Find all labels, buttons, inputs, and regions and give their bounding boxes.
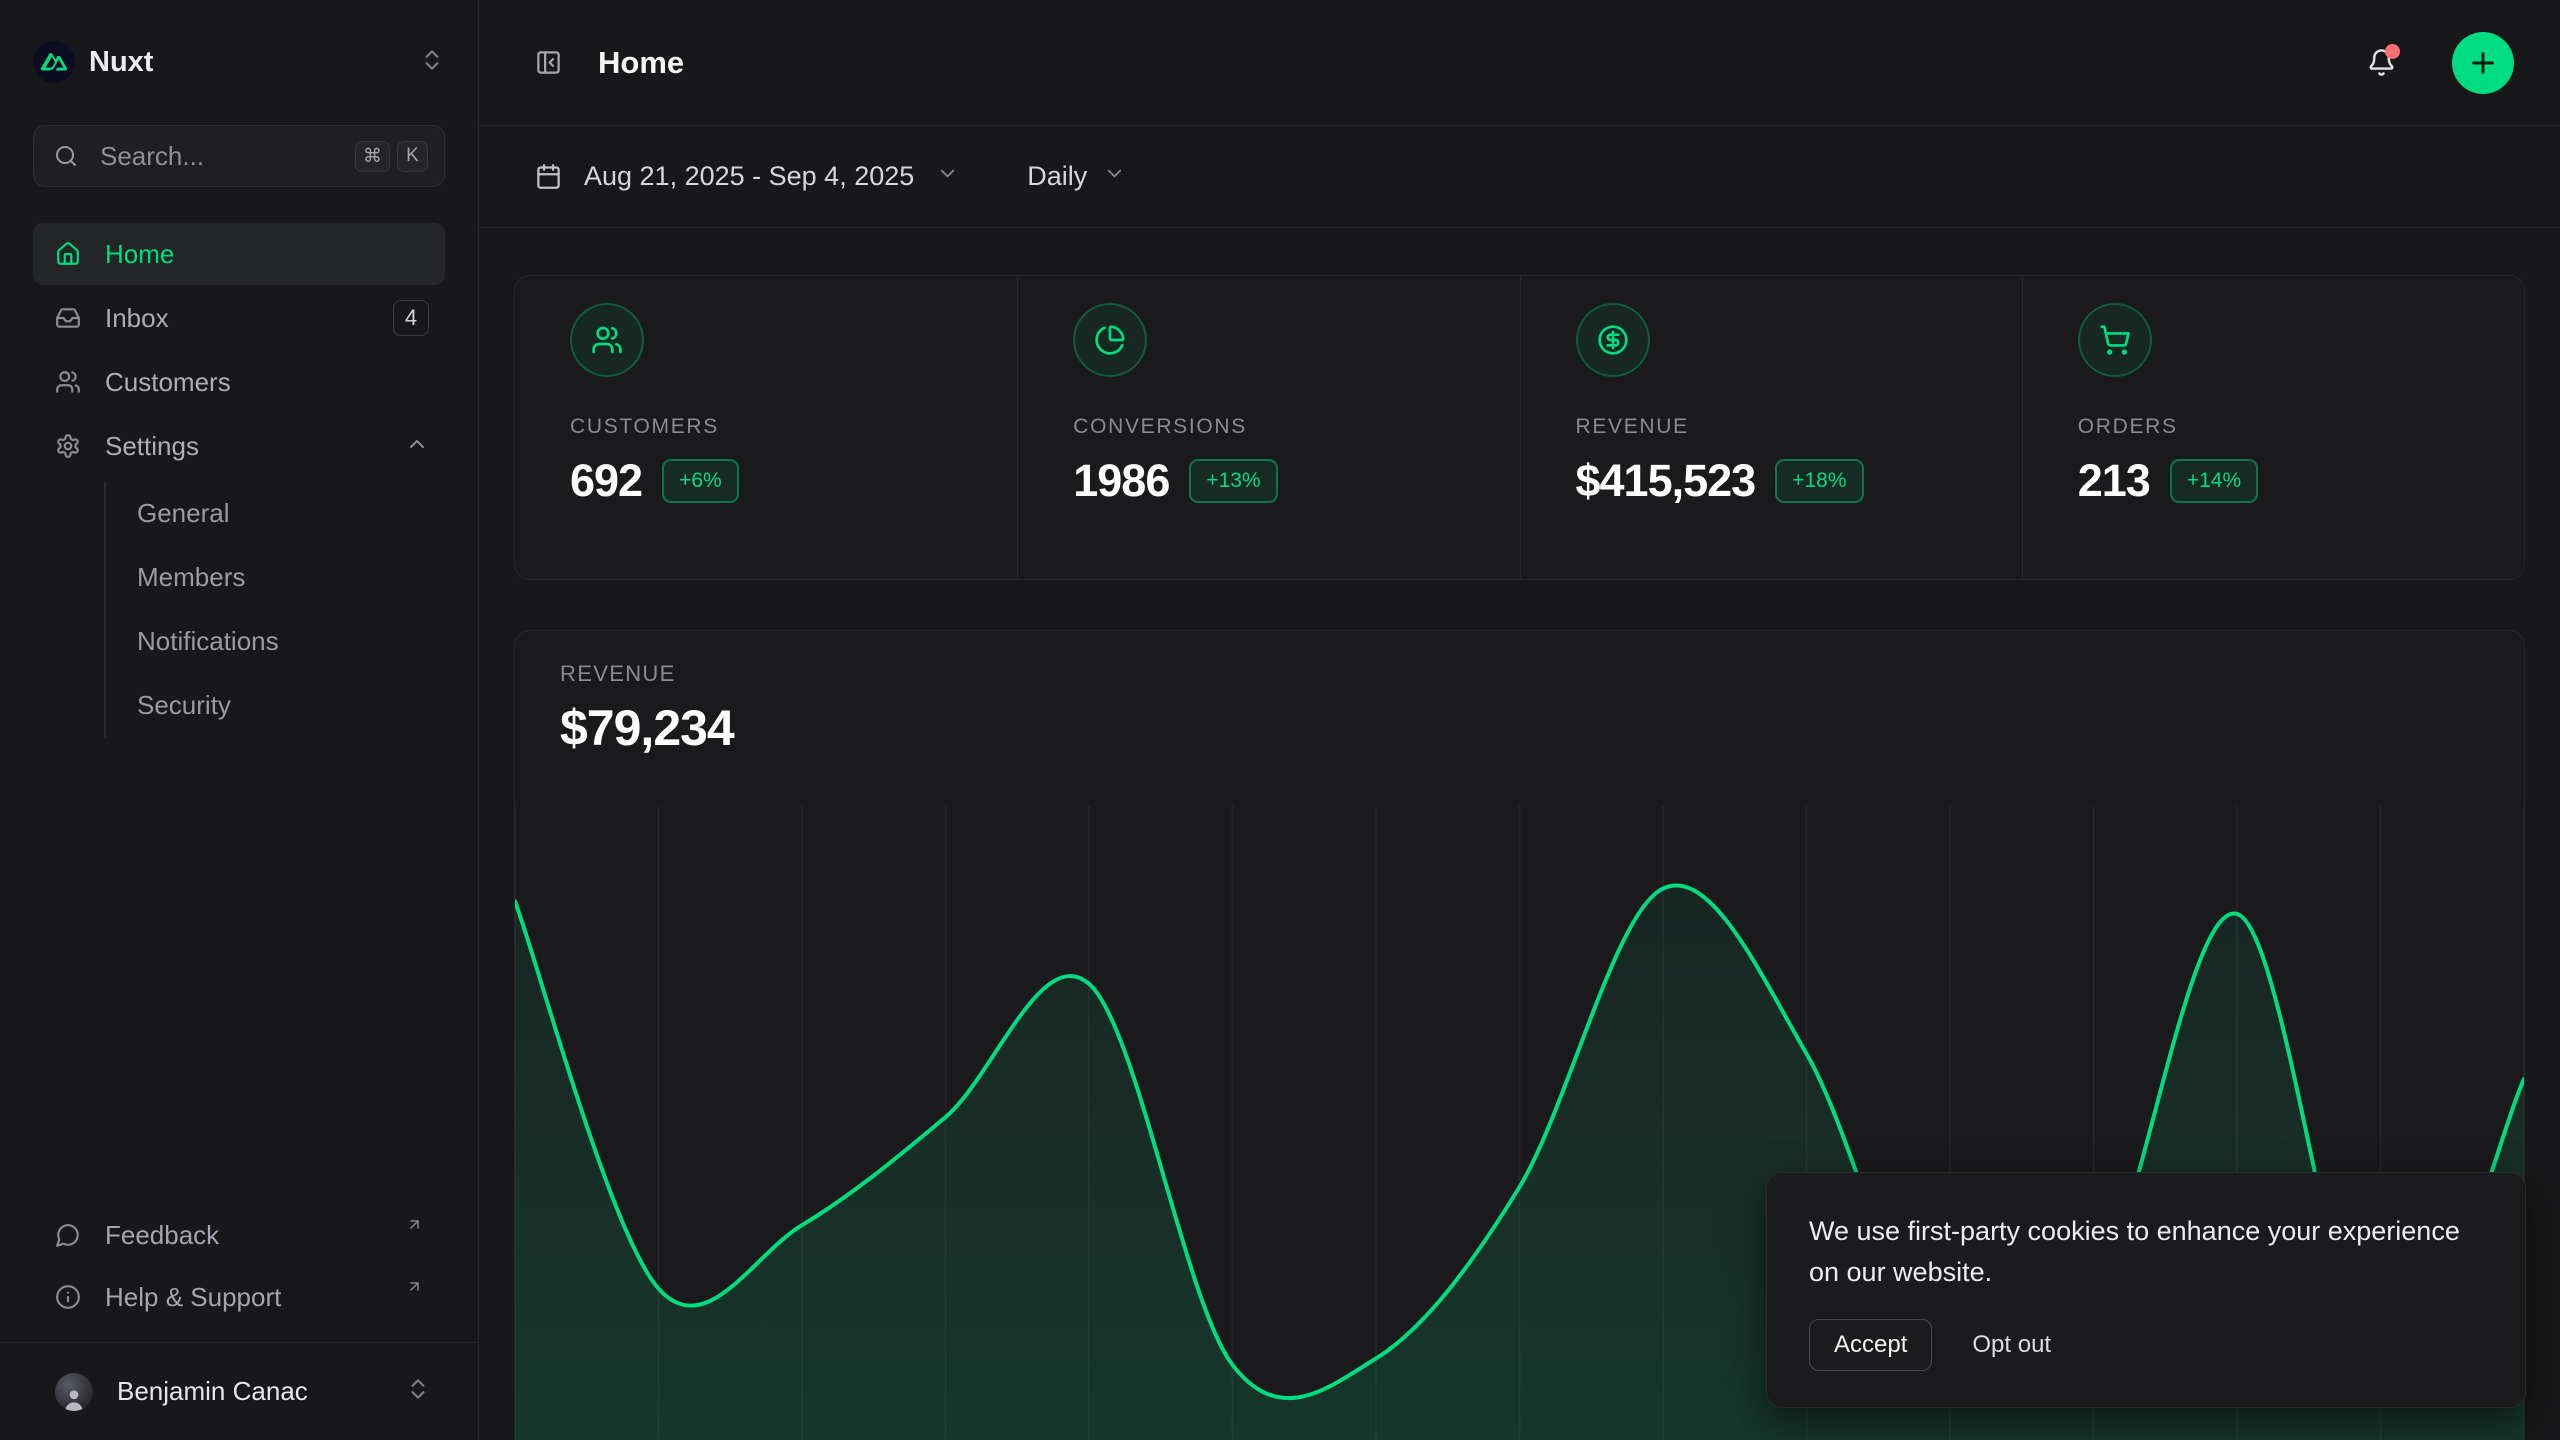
- help-support-link[interactable]: Help & Support: [33, 1266, 445, 1328]
- sidebar-item-home[interactable]: Home: [33, 223, 445, 285]
- sidebar-nav: Home Inbox 4 Customers Settings General: [33, 223, 445, 1204]
- feedback-link[interactable]: Feedback: [33, 1204, 445, 1266]
- sidebar-item-settings[interactable]: Settings: [33, 415, 445, 477]
- stat-delta-badge: +14%: [2170, 459, 2258, 503]
- stat-label: ORDERS: [2078, 415, 2524, 439]
- search-input[interactable]: Search... ⌘ K: [33, 125, 445, 187]
- external-link-icon: [406, 1278, 423, 1300]
- stat-orders: ORDERS 213 +14%: [2022, 276, 2524, 579]
- user-name: Benjamin Canac: [117, 1376, 381, 1407]
- date-range-label: Aug 21, 2025 - Sep 4, 2025: [584, 161, 914, 192]
- info-icon: [55, 1284, 81, 1310]
- chevron-up-icon: [405, 432, 429, 461]
- stat-delta-badge: +13%: [1189, 459, 1277, 503]
- settings-subnav: General Members Notifications Security: [104, 481, 445, 737]
- stat-label: CUSTOMERS: [570, 415, 1017, 439]
- period-label: Daily: [1027, 161, 1087, 192]
- kbd-cmd: ⌘: [355, 141, 390, 172]
- sidebar-item-notifications[interactable]: Notifications: [137, 609, 445, 673]
- chart-pie-icon: [1073, 303, 1147, 377]
- revenue-chart-label: REVENUE: [560, 661, 2479, 687]
- sidebar-footer: Feedback Help & Support Benjamin Canac: [33, 1204, 445, 1440]
- stat-value: 692: [570, 455, 642, 507]
- nuxt-logo: [33, 41, 75, 83]
- period-select[interactable]: Daily: [1027, 161, 1126, 192]
- notifications-button[interactable]: [2367, 48, 2396, 77]
- stat-revenue: REVENUE $415,523 +18%: [1520, 276, 2022, 579]
- cookie-accept-button[interactable]: Accept: [1809, 1319, 1932, 1371]
- chevron-down-icon: [936, 161, 959, 192]
- search-icon: [54, 144, 78, 168]
- team-selector[interactable]: Nuxt: [33, 40, 445, 84]
- date-range-picker[interactable]: Aug 21, 2025 - Sep 4, 2025: [535, 161, 959, 192]
- sidebar-item-inbox[interactable]: Inbox 4: [33, 287, 445, 349]
- stat-label: CONVERSIONS: [1073, 415, 1519, 439]
- stat-label: REVENUE: [1576, 415, 2022, 439]
- search-placeholder: Search...: [100, 141, 355, 172]
- sidebar-collapse-button[interactable]: [535, 49, 562, 76]
- sidebar: Nuxt Search... ⌘ K Home Inbox 4: [0, 0, 479, 1440]
- inbox-icon: [55, 305, 81, 331]
- stat-customers: CUSTOMERS 692 +6%: [515, 276, 1017, 579]
- dollar-circle-icon: [1576, 303, 1650, 377]
- stat-delta-badge: +6%: [662, 459, 739, 503]
- stats-card: CUSTOMERS 692 +6% CONVERSIONS 1986 +13%: [514, 275, 2525, 580]
- cookie-optout-button[interactable]: Opt out: [1972, 1331, 2051, 1359]
- message-circle-icon: [55, 1222, 81, 1248]
- chevrons-up-down-icon: [405, 1376, 431, 1407]
- sidebar-item-members[interactable]: Members: [137, 545, 445, 609]
- sidebar-item-customers[interactable]: Customers: [33, 351, 445, 413]
- stat-value: 213: [2078, 455, 2150, 507]
- gear-icon: [55, 433, 81, 459]
- chevrons-up-down-icon: [419, 47, 445, 78]
- stat-delta-badge: +18%: [1775, 459, 1863, 503]
- plus-icon: [2467, 47, 2499, 79]
- revenue-chart-value: $79,234: [560, 699, 2479, 757]
- calendar-icon: [535, 163, 562, 190]
- cookie-banner: We use first-party cookies to enhance yo…: [1766, 1172, 2526, 1408]
- chevron-down-icon: [1103, 161, 1126, 192]
- home-icon: [55, 241, 81, 267]
- kbd-k: K: [397, 141, 428, 172]
- stat-value: $415,523: [1576, 455, 1756, 507]
- stat-value: 1986: [1073, 455, 1169, 507]
- filters-toolbar: Aug 21, 2025 - Sep 4, 2025 Daily: [479, 126, 2560, 228]
- users-icon: [55, 369, 81, 395]
- shopping-cart-icon: [2078, 303, 2152, 377]
- user-menu[interactable]: Benjamin Canac: [33, 1343, 445, 1440]
- inbox-count-badge: 4: [393, 300, 429, 336]
- cookie-message: We use first-party cookies to enhance yo…: [1809, 1211, 2483, 1293]
- page-title: Home: [598, 45, 684, 81]
- external-link-icon: [406, 1216, 423, 1238]
- page-header: Home: [479, 0, 2560, 126]
- stat-conversions: CONVERSIONS 1986 +13%: [1017, 276, 1519, 579]
- panel-left-close-icon: [535, 49, 562, 76]
- notification-dot: [2385, 44, 2400, 59]
- users-icon: [570, 303, 644, 377]
- sidebar-item-security[interactable]: Security: [137, 673, 445, 737]
- add-button[interactable]: [2452, 32, 2514, 94]
- brand-name: Nuxt: [89, 46, 405, 79]
- sidebar-item-general[interactable]: General: [137, 481, 445, 545]
- app-root: Nuxt Search... ⌘ K Home Inbox 4: [0, 0, 2560, 1440]
- user-avatar: [55, 1373, 93, 1411]
